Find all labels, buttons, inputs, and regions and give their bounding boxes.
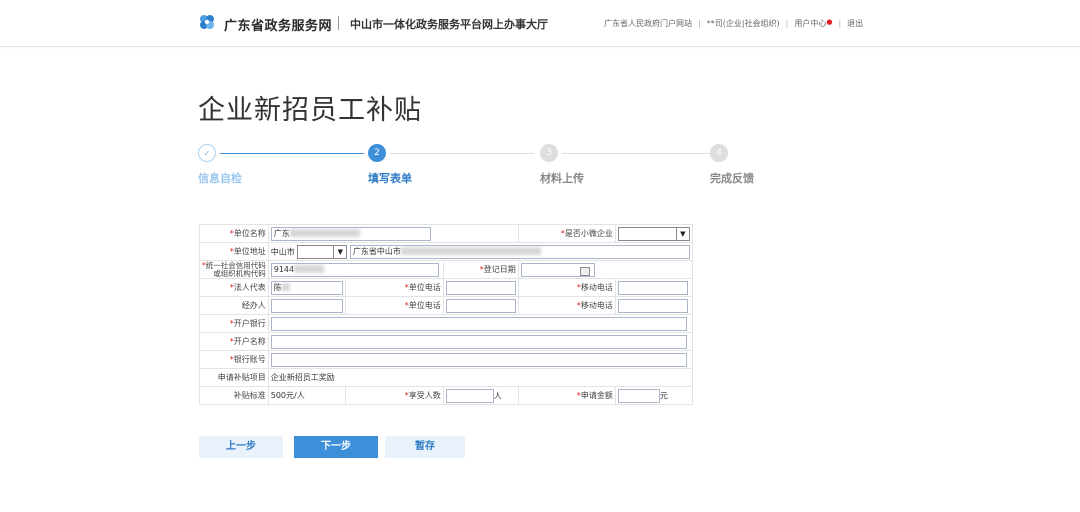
link-logout[interactable]: 退出 <box>847 19 863 28</box>
reg-date-label: *登记日期 <box>442 260 519 279</box>
page-title: 企业新招员工补贴 <box>198 95 422 126</box>
form-row-unit-name: *单位名称 广东 *是否小微企业 ▼ <box>199 224 693 243</box>
account-no-cell <box>267 350 693 369</box>
handler-mobile-input[interactable] <box>617 298 688 313</box>
reg-date-input[interactable] <box>520 262 595 277</box>
site-logo-icon <box>200 15 214 29</box>
link-org-account[interactable]: **司(企业|社会组织) <box>707 19 780 28</box>
credit-code-input[interactable]: 9144 <box>270 262 439 277</box>
top-links: 广东省人民政府门户网站 | **司(企业|社会组织) | 用户中心● | 退出 <box>604 18 864 28</box>
standard-label: 补贴标准 <box>199 386 269 405</box>
people-cell: 人 <box>442 386 519 405</box>
handler-label: 经办人 <box>199 296 269 315</box>
step-3-circle: 3 <box>540 144 558 162</box>
project-label: 申请补贴项目 <box>199 368 269 387</box>
unit-phone-cell-2 <box>442 296 519 315</box>
legal-rep-cell: 陈 <box>267 278 346 297</box>
unit-address-cell: 中山市 ▼ 广东省中山市 <box>267 242 693 261</box>
chevron-down-icon: ▼ <box>333 245 346 258</box>
handler-cell <box>267 296 346 315</box>
unit-address-label: *单位地址 <box>199 242 269 261</box>
header-divider <box>338 16 339 30</box>
step-1-label: 信息自检 <box>198 172 242 185</box>
form-row-project: 申请补贴项目 企业新招员工奖励 <box>199 368 693 387</box>
hall-name: 中山市一体化政务服务平台网上办事大厅 <box>350 18 548 31</box>
bank-input[interactable] <box>270 316 687 331</box>
account-name-label: *开户名称 <box>199 332 269 351</box>
reg-date-cell <box>517 260 693 279</box>
mobile-label-2: *移动电话 <box>517 296 616 315</box>
form-row-legal-rep: *法人代表 陈 *单位电话 *移动电话 <box>199 278 693 297</box>
district-select[interactable]: ▼ <box>297 244 348 259</box>
amount-unit: 元 <box>659 391 668 400</box>
next-step-button[interactable]: 下一步 <box>294 436 378 458</box>
legal-mobile-input[interactable] <box>617 280 688 295</box>
legal-rep-input[interactable]: 陈 <box>270 280 343 295</box>
city-text: 中山市 <box>270 247 295 256</box>
form-row-bank: *开户银行 <box>199 314 693 333</box>
people-unit: 人 <box>493 391 502 400</box>
unit-phone-label-2: *单位电话 <box>344 296 444 315</box>
unit-name-cell: 广东 <box>267 224 519 243</box>
application-form: *单位名称 广东 *是否小微企业 ▼ *单位地址 中山市 ▼ 广东省中山市 *统… <box>199 224 693 405</box>
unit-phone-label-1: *单位电话 <box>344 278 444 297</box>
amount-input[interactable] <box>617 388 660 403</box>
save-draft-button[interactable]: 暂存 <box>385 436 465 458</box>
credit-code-label: *统一社会信用代码 或组织机构代码 <box>199 260 269 279</box>
unit-phone-cell-1 <box>442 278 519 297</box>
handler-input[interactable] <box>270 298 343 313</box>
unit-name-label: *单位名称 <box>199 224 269 243</box>
form-row-address: *单位地址 中山市 ▼ 广东省中山市 <box>199 242 693 261</box>
credit-code-cell: 9144 <box>267 260 444 279</box>
standard-value: 500元/人 <box>267 386 346 405</box>
amount-label: *申请金额 <box>517 386 616 405</box>
legal-unit-phone-input[interactable] <box>445 280 516 295</box>
form-row-standard: 补贴标准 500元/人 *享受人数 人 *申请金额 元 <box>199 386 693 405</box>
amount-cell: 元 <box>614 386 693 405</box>
form-row-handler: 经办人 *单位电话 *移动电话 <box>199 296 693 315</box>
chevron-down-icon: ▼ <box>675 227 689 240</box>
step-2-label: 填写表单 <box>368 172 412 185</box>
link-user-center[interactable]: 用户中心 <box>794 19 826 28</box>
account-no-input[interactable] <box>270 352 687 367</box>
project-value: 企业新招员工奖励 <box>267 368 693 387</box>
step-line-3 <box>562 153 710 154</box>
calendar-icon[interactable] <box>579 266 590 276</box>
prev-step-button[interactable]: 上一步 <box>199 436 283 458</box>
step-1-check-icon: ✓ <box>198 144 216 162</box>
form-row-account-name: *开户名称 <box>199 332 693 351</box>
form-row-account-no: *银行账号 <box>199 350 693 369</box>
small-micro-cell: ▼ <box>614 224 693 243</box>
account-no-label: *银行账号 <box>199 350 269 369</box>
link-gov-portal[interactable]: 广东省人民政府门户网站 <box>604 19 692 28</box>
step-2-circle: 2 <box>368 144 386 162</box>
account-name-cell <box>267 332 693 351</box>
step-progress: ✓ 2 3 4 信息自检 填写表单 材料上传 完成反馈 <box>198 144 758 185</box>
mobile-cell-2 <box>614 296 693 315</box>
small-micro-select[interactable]: ▼ <box>617 226 690 241</box>
people-input[interactable] <box>445 388 494 403</box>
mobile-label-1: *移动电话 <box>517 278 616 297</box>
form-row-credit-code: *统一社会信用代码 或组织机构代码 9144 *登记日期 <box>199 260 693 279</box>
step-line-2 <box>390 153 534 154</box>
unit-name-input[interactable]: 广东 <box>270 226 431 241</box>
small-micro-label: *是否小微企业 <box>517 224 616 243</box>
step-line-1 <box>220 153 364 154</box>
top-header: 广东省政务服务网 中山市一体化政务服务平台网上办事大厅 广东省人民政府门户网站 |… <box>0 0 1080 47</box>
step-3-label: 材料上传 <box>540 172 584 185</box>
site-name[interactable]: 广东省政务服务网 <box>224 15 332 34</box>
notification-dot-icon: ● <box>826 18 833 26</box>
mobile-cell-1 <box>614 278 693 297</box>
bank-label: *开户银行 <box>199 314 269 333</box>
legal-rep-label: *法人代表 <box>199 278 269 297</box>
address-input[interactable]: 广东省中山市 <box>349 244 690 259</box>
bank-cell <box>267 314 693 333</box>
account-name-input[interactable] <box>270 334 687 349</box>
step-4-label: 完成反馈 <box>710 172 754 185</box>
people-label: *享受人数 <box>344 386 444 405</box>
step-4-circle: 4 <box>710 144 728 162</box>
handler-unit-phone-input[interactable] <box>445 298 516 313</box>
